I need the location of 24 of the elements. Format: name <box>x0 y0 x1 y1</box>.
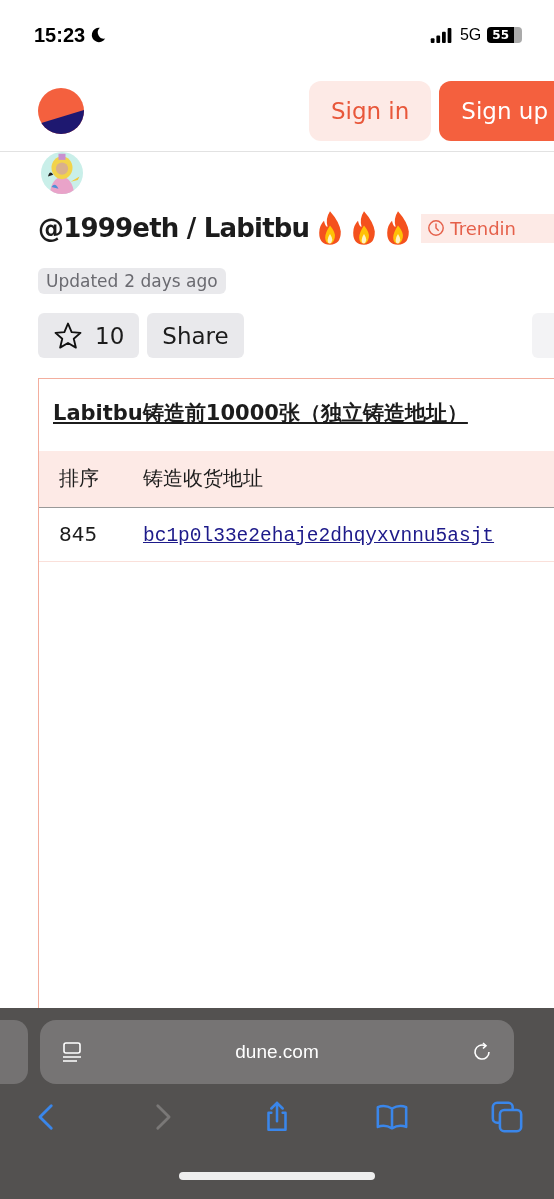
column-header[interactable]: 排序 <box>39 451 123 507</box>
tab-preview[interactable] <box>0 1020 28 1084</box>
dashboard-title: @1999eth / Labitbu <box>38 213 310 243</box>
signal-icon <box>429 27 454 43</box>
share-button[interactable]: Share <box>147 313 244 358</box>
updated-time: 2 days ago <box>124 271 218 291</box>
table-cell: 845 <box>39 507 123 561</box>
network-label: 5G <box>459 26 482 44</box>
address-link[interactable]: bc1p0l33e2ehaje2dhqyxvnnu5asjt <box>143 524 495 547</box>
clock-icon <box>427 219 446 237</box>
tabs-icon[interactable] <box>490 1100 524 1134</box>
column-header[interactable]: 铸造收货地址 <box>123 451 554 507</box>
battery-level: 55 <box>487 27 522 43</box>
url-text: dune.com <box>235 1041 319 1063</box>
star-count: 10 <box>95 322 125 349</box>
address-bar[interactable]: dune.com <box>40 1020 514 1084</box>
star-icon <box>53 320 83 351</box>
table-title-link[interactable]: Labitbu铸造前10000张（独立铸造地址） <box>53 399 468 427</box>
reader-icon[interactable] <box>60 1040 84 1064</box>
updated-label: Updated <box>46 271 119 291</box>
star-button[interactable]: 10 <box>38 313 140 358</box>
status-time: 15:23 <box>34 23 86 47</box>
logo-icon[interactable] <box>38 87 84 134</box>
badge-label: Trendin <box>450 217 516 239</box>
